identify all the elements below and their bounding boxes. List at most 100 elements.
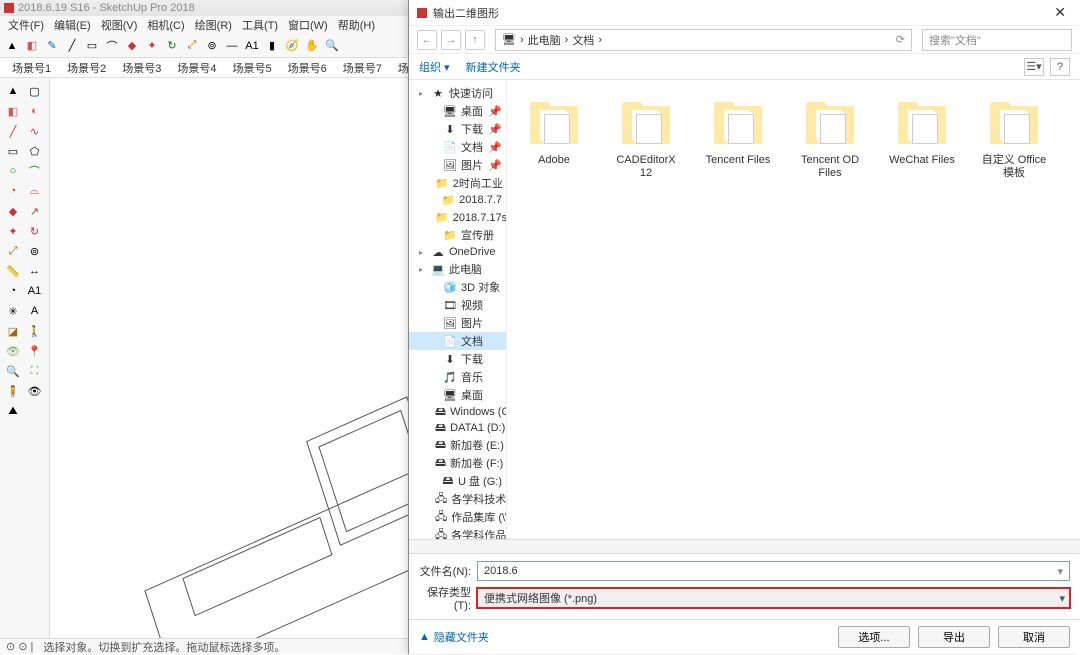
- zoom-icon[interactable]: 🔍: [324, 38, 340, 54]
- push-icon[interactable]: ◆: [124, 38, 140, 54]
- help-icon[interactable]: ?: [1050, 58, 1070, 76]
- tree-node[interactable]: 🎵音乐: [409, 368, 506, 386]
- tree-node[interactable]: 🖼图片📌: [409, 156, 506, 174]
- nav-fwd-icon[interactable]: →: [441, 30, 461, 50]
- view-mode-icon[interactable]: ☰▾: [1024, 58, 1044, 76]
- tape-icon[interactable]: —: [224, 38, 240, 54]
- tree-node[interactable]: 🖥桌面: [409, 386, 506, 404]
- folder-tree[interactable]: ★快速访问🖥桌面📌⬇下载📌📄文档📌🖼图片📌📁2时尚工业📁2018.7.7📁201…: [409, 80, 507, 539]
- tree-node[interactable]: 🖧各学科技术贴 (\\192: [409, 490, 506, 508]
- offset2-icon[interactable]: ⊚: [26, 242, 44, 260]
- close-icon[interactable]: ✕: [1048, 4, 1072, 21]
- export-button[interactable]: 导出: [918, 626, 990, 648]
- menu-camera[interactable]: 相机(C): [143, 17, 188, 33]
- eraser-icon[interactable]: ◧: [24, 38, 40, 54]
- tree-node[interactable]: 📁2018.7.7: [409, 192, 506, 208]
- tree-node[interactable]: 🧊3D 对象: [409, 278, 506, 296]
- 3dtext-icon[interactable]: A: [26, 302, 44, 320]
- offset-icon[interactable]: ⊚: [204, 38, 220, 54]
- tree-node[interactable]: 🖴新加卷 (E:): [409, 436, 506, 454]
- poly-icon[interactable]: ⬠: [26, 142, 44, 160]
- pie-icon[interactable]: ◔: [4, 182, 22, 200]
- tree-node[interactable]: ⬇下载📌: [409, 120, 506, 138]
- scene-tab[interactable]: 场景号7: [337, 60, 388, 76]
- walk-icon[interactable]: 🚶: [26, 322, 44, 340]
- rotate-icon[interactable]: ↻: [164, 38, 180, 54]
- tree-node[interactable]: ⬇下载: [409, 350, 506, 368]
- push2-icon[interactable]: ◆: [4, 202, 22, 220]
- tree-node[interactable]: 🖧作品集库 (\\192: [409, 508, 506, 526]
- refresh-icon[interactable]: ⟳: [896, 33, 905, 46]
- line-icon[interactable]: ╱: [64, 38, 80, 54]
- organize-menu[interactable]: 组织 ▾: [419, 59, 450, 75]
- menu-draw[interactable]: 绘图(R): [191, 17, 236, 33]
- protractor-icon[interactable]: ◔: [4, 282, 22, 300]
- new-folder-button[interactable]: 新建文件夹: [466, 59, 521, 75]
- folder-item[interactable]: Tencent Files: [701, 100, 775, 167]
- style-icon[interactable]: ◐: [26, 102, 44, 120]
- crumb-item[interactable]: 此电脑: [528, 32, 561, 48]
- zoom2-icon[interactable]: 🔍: [4, 362, 22, 380]
- person-icon[interactable]: 🧍: [4, 382, 22, 400]
- tree-node[interactable]: 🖧各学科作品集分: [409, 526, 506, 539]
- filename-input[interactable]: 2018.6▾: [477, 561, 1070, 581]
- tree-node[interactable]: 📁宣传册: [409, 226, 506, 244]
- folder-item[interactable]: 自定义 Office 模板: [977, 100, 1051, 180]
- scene-tab[interactable]: 场景号6: [282, 60, 333, 76]
- options-button[interactable]: 选项...: [838, 626, 910, 648]
- tree-node[interactable]: 📁2时尚工业: [409, 174, 506, 192]
- select-tool-icon[interactable]: ▲: [4, 82, 22, 100]
- tree-node[interactable]: 🖴U 盘 (G:): [409, 472, 506, 490]
- nav-up-icon[interactable]: ↑: [465, 30, 485, 50]
- axes-icon[interactable]: ✳: [4, 302, 22, 320]
- tree-node[interactable]: 🎞视频: [409, 296, 506, 314]
- arc2-icon[interactable]: ⌒: [26, 162, 44, 180]
- scale2-icon[interactable]: ⤢: [4, 242, 22, 260]
- rect-icon[interactable]: ▭: [84, 38, 100, 54]
- tree-node[interactable]: 🖴新加卷 (F:): [409, 454, 506, 472]
- tree-node[interactable]: ☁OneDrive: [409, 244, 506, 260]
- paint-icon[interactable]: ▮: [264, 38, 280, 54]
- look-icon[interactable]: 👁: [4, 342, 22, 360]
- line2-icon[interactable]: ╱: [4, 122, 22, 140]
- section-icon[interactable]: ◪: [4, 322, 22, 340]
- freehand-icon[interactable]: ∿: [26, 122, 44, 140]
- folder-item[interactable]: Tencent OD Files: [793, 100, 867, 180]
- tree-node[interactable]: 🖼图片: [409, 314, 506, 332]
- follow-icon[interactable]: ↗: [26, 202, 44, 220]
- rotate2-icon[interactable]: ↻: [26, 222, 44, 240]
- scene-tab[interactable]: 场景号2: [61, 60, 112, 76]
- menu-tools[interactable]: 工具(T): [238, 17, 282, 33]
- hide-folders-link[interactable]: ▲ 隐藏文件夹: [419, 629, 489, 645]
- breadcrumb[interactable]: 🖥 › 此电脑 › 文档 › ⟳: [495, 29, 912, 51]
- text2-icon[interactable]: A1: [26, 282, 44, 300]
- scene-tab[interactable]: 场景号3: [116, 60, 167, 76]
- select-icon[interactable]: ▲: [4, 38, 20, 54]
- tree-node[interactable]: 🖴Windows (C:): [409, 404, 506, 420]
- extents-icon[interactable]: ⛶: [26, 362, 44, 380]
- pencil-icon[interactable]: ✎: [44, 38, 60, 54]
- eye-icon[interactable]: 👁: [26, 382, 44, 400]
- scene-tab[interactable]: 场景号1: [6, 60, 57, 76]
- tree-node[interactable]: 📄文档📌: [409, 138, 506, 156]
- tree-node[interactable]: 🖥桌面📌: [409, 102, 506, 120]
- menu-edit[interactable]: 编辑(E): [50, 17, 95, 33]
- file-list[interactable]: Adobe CADEditorX 12 Tencent Files Tencent O…: [507, 80, 1080, 539]
- menu-view[interactable]: 视图(V): [97, 17, 142, 33]
- menu-help[interactable]: 帮助(H): [334, 17, 379, 33]
- menu-file[interactable]: 文件(F): [4, 17, 48, 33]
- tree-node[interactable]: ★快速访问: [409, 84, 506, 102]
- position-icon[interactable]: 📍: [26, 342, 44, 360]
- tree-node[interactable]: 📁2018.7.17su在线: [409, 208, 506, 226]
- move2-icon[interactable]: ✦: [4, 222, 22, 240]
- nav-back-icon[interactable]: ←: [417, 30, 437, 50]
- arc3-icon[interactable]: ⌓: [26, 182, 44, 200]
- scene-tab[interactable]: 场景号4: [171, 60, 222, 76]
- arc-icon[interactable]: ⌒: [104, 38, 120, 54]
- orbit-icon[interactable]: 🧭: [284, 38, 300, 54]
- folder-item[interactable]: CADEditorX 12: [609, 100, 683, 180]
- rect2-icon[interactable]: ▭: [4, 142, 22, 160]
- scrollbar[interactable]: [409, 539, 1080, 553]
- folder-item[interactable]: Adobe: [517, 100, 591, 167]
- folder-item[interactable]: WeChat Files: [885, 100, 959, 167]
